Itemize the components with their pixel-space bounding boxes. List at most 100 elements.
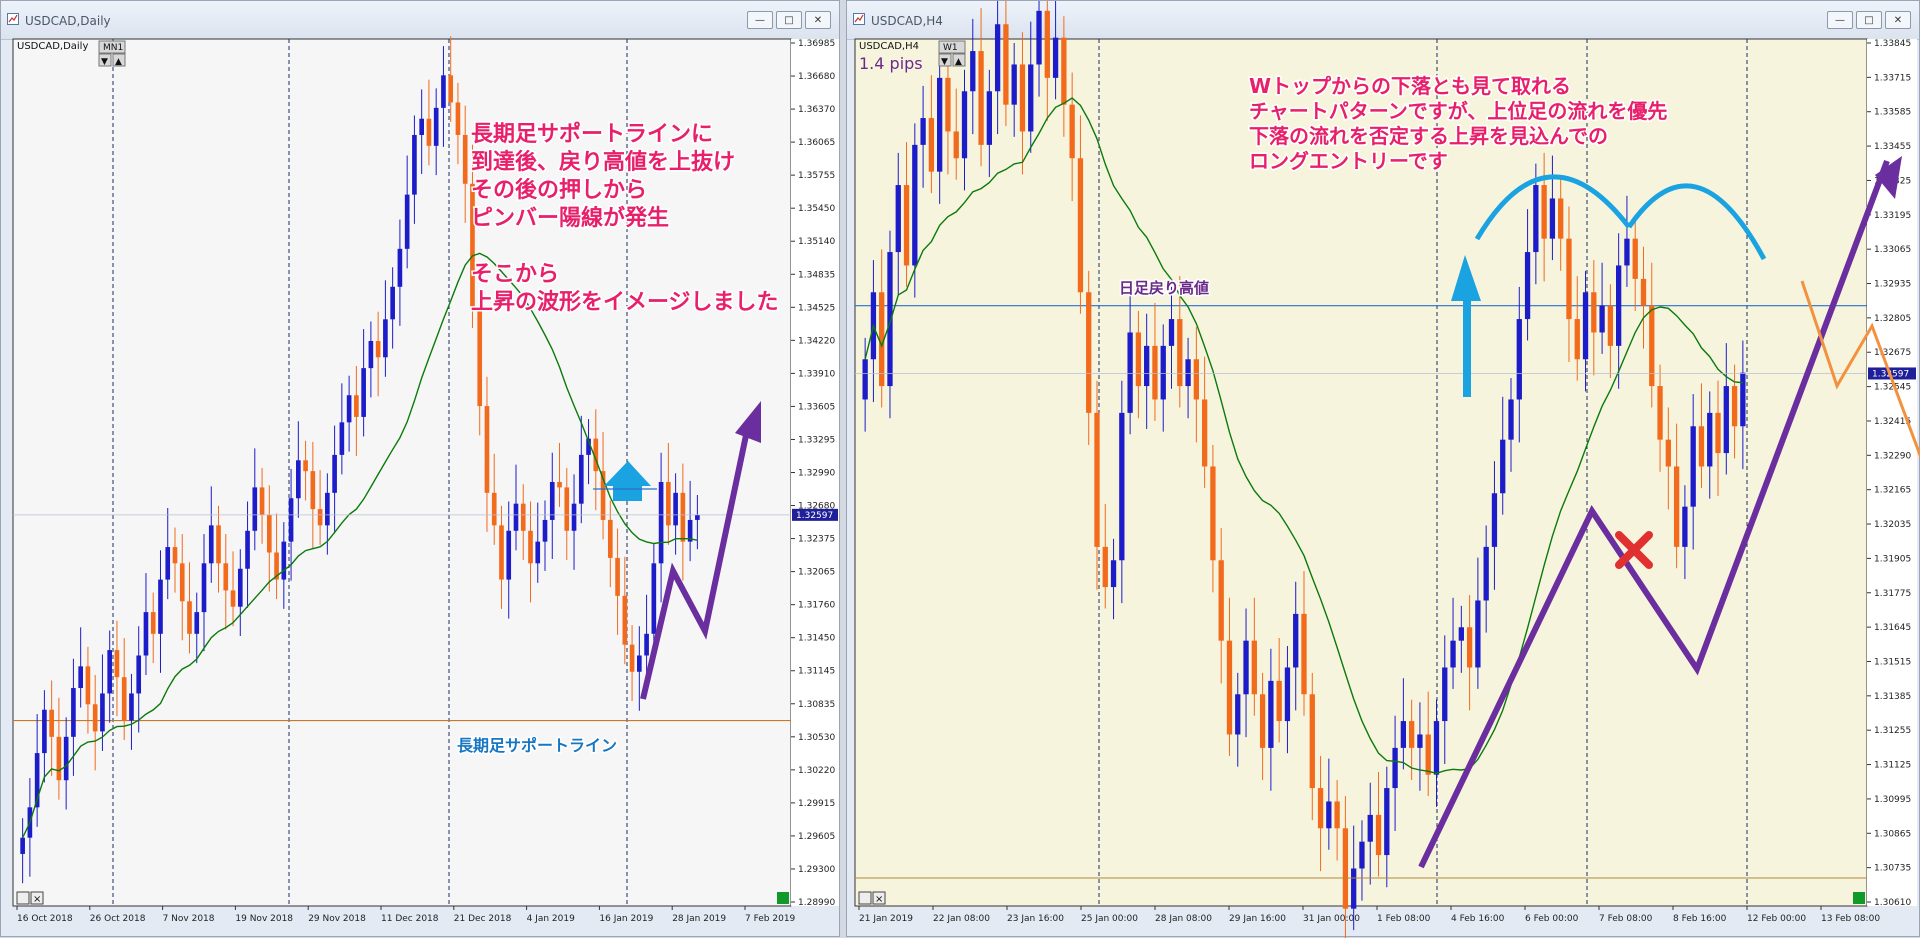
candle-body xyxy=(1185,359,1191,387)
candle-body xyxy=(506,530,512,580)
candle-body xyxy=(281,541,287,580)
candle-body xyxy=(266,514,272,553)
candle-body xyxy=(1607,305,1614,346)
candle-body xyxy=(354,395,359,417)
chevron-down-icon: ▼ xyxy=(101,57,108,67)
candle-body xyxy=(1632,238,1638,279)
candle-body xyxy=(1491,493,1498,547)
candle-body xyxy=(143,612,149,656)
y-tick-label: 1.31125 xyxy=(1874,761,1911,771)
candle-body xyxy=(1359,841,1365,869)
y-tick-label: 1.33455 xyxy=(1874,142,1911,152)
candle-body xyxy=(441,75,446,108)
y-tick-label: 1.32290 xyxy=(1874,451,1911,461)
candle-body xyxy=(571,503,577,531)
candle-body xyxy=(658,481,664,564)
minimize-panel-button[interactable] xyxy=(777,892,789,904)
candle-body xyxy=(201,563,207,613)
candle-body xyxy=(455,102,461,135)
candle-body xyxy=(477,308,483,407)
candle-body xyxy=(42,709,47,754)
y-tick-label: 1.34220 xyxy=(798,336,835,346)
one-click-trading-button[interactable] xyxy=(16,891,30,905)
candle-body xyxy=(1458,627,1464,641)
x-tick-label: 23 Jan 16:00 xyxy=(1007,914,1064,924)
candle-body xyxy=(56,736,62,781)
y-tick-label: 1.31450 xyxy=(798,634,835,644)
resistance-label: 日足戻り高値 xyxy=(1119,279,1209,297)
daily-chart-window[interactable]: USDCAD,Daily — □ ✕ 1.36985 1.36680 1.36370… xyxy=(0,0,840,937)
candle-body xyxy=(903,185,910,266)
candle-body xyxy=(1740,372,1746,427)
y-tick-label: 1.31645 xyxy=(1874,623,1911,633)
annotation-text: ロングエントリーです xyxy=(1249,149,1448,173)
candle-body xyxy=(63,736,69,781)
candle-body xyxy=(1094,412,1100,547)
y-tick-label: 1.30220 xyxy=(798,766,835,776)
candle-body xyxy=(1417,734,1423,748)
candle-body xyxy=(978,51,984,145)
candle-body xyxy=(615,557,620,596)
chevron-up-icon: ▲ xyxy=(955,57,962,67)
candle-body xyxy=(223,563,229,591)
candle-body xyxy=(680,492,686,542)
candle-body xyxy=(78,666,83,689)
candle-body xyxy=(1061,37,1067,105)
candle-body xyxy=(1052,37,1059,78)
y-tick-label: 1.30610 xyxy=(1874,898,1911,908)
candle-body xyxy=(252,487,258,531)
annotation-text: そこから xyxy=(471,262,559,287)
candle-body xyxy=(1533,185,1539,253)
candle-body xyxy=(1483,546,1489,601)
candle-body xyxy=(1177,319,1183,387)
candle-body xyxy=(346,395,352,423)
candle-body xyxy=(607,519,613,558)
x-tick-label: 29 Nov 2018 xyxy=(308,914,366,924)
x-tick-label: 1 Feb 08:00 xyxy=(1377,914,1431,924)
close-icon: × xyxy=(33,894,41,905)
one-click-trading-button[interactable] xyxy=(858,891,872,905)
candle-body xyxy=(1599,305,1605,333)
candle-body xyxy=(288,498,294,542)
candle-body xyxy=(1293,613,1299,668)
candle-body xyxy=(100,693,105,732)
minimize-panel-button[interactable] xyxy=(1853,892,1865,904)
x-tick-label: 16 Oct 2018 xyxy=(17,914,73,924)
candle-body xyxy=(1566,238,1572,320)
candle-body xyxy=(1508,399,1514,440)
candle-body xyxy=(1549,198,1556,239)
candle-body xyxy=(390,286,395,320)
candle-body xyxy=(303,460,308,472)
y-tick-label: 1.35140 xyxy=(798,237,835,247)
candle-body xyxy=(994,24,1001,92)
h4-chart-window[interactable]: USDCAD,H4 — □ ✕ 1.33845 1.33715 1.33585 1.3… xyxy=(846,0,1920,938)
candle-body xyxy=(1019,64,1026,132)
candle-body xyxy=(1591,292,1597,333)
y-tick-label: 1.34835 xyxy=(798,270,835,280)
candle-body xyxy=(1086,292,1092,413)
candle-body xyxy=(129,693,134,721)
y-tick-label: 1.32065 xyxy=(798,568,835,578)
y-tick-label: 1.31760 xyxy=(798,601,835,611)
candle-body xyxy=(937,77,943,172)
candle-body xyxy=(520,503,526,531)
current-price-label: 1.32597 xyxy=(796,511,833,521)
x-tick-label: 7 Feb 2019 xyxy=(745,914,796,924)
candle-body xyxy=(1135,332,1142,387)
h4-candlestick-chart[interactable]: 1.338451.337151.335851.334551.333251.331… xyxy=(847,1,1920,938)
candle-body xyxy=(986,91,992,145)
y-tick-label: 1.30995 xyxy=(1874,795,1911,805)
annotation-text: Wトップからの下落とも見て取れる xyxy=(1249,74,1571,98)
candle-body xyxy=(404,194,410,249)
candle-body xyxy=(651,563,657,634)
candle-body xyxy=(325,492,330,526)
candle-body xyxy=(426,118,432,146)
candle-body xyxy=(1425,734,1431,775)
candle-body xyxy=(1044,10,1050,78)
x-tick-label: 21 Dec 2018 xyxy=(454,914,512,924)
candle-body xyxy=(1442,667,1448,722)
candle-body xyxy=(637,655,642,672)
candle-body xyxy=(296,460,301,499)
daily-candlestick-chart[interactable]: 1.36985 1.36680 1.36370 1.36065 1.35755 1.354… xyxy=(1,1,841,938)
candle-body xyxy=(245,530,250,569)
